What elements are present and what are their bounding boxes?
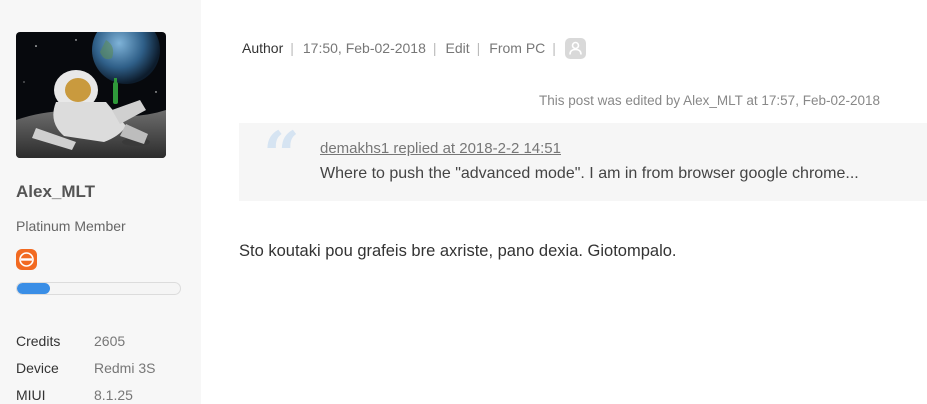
user-icon[interactable] <box>564 37 586 59</box>
quote-reply-link[interactable]: demakhs1 replied at 2018-2-2 14:51 <box>320 140 561 157</box>
stat-row-credits: Credits 2605 <box>16 332 196 359</box>
stat-key: MIUI <box>16 387 46 403</box>
quote-block: “ demakhs1 replied at 2018-2-2 14:51 Whe… <box>239 123 927 201</box>
edit-link[interactable]: Edit <box>446 40 470 56</box>
separator: | <box>432 40 437 56</box>
astronaut-avatar-image <box>16 32 166 158</box>
post-body: Sto koutaki pou grafeis bre axriste, pan… <box>239 242 677 260</box>
stat-row-miui: MIUI 8.1.25 <box>16 386 196 404</box>
quote-mark-icon: “ <box>263 118 300 193</box>
separator: | <box>476 40 481 56</box>
stat-value: 8.1.25 <box>94 387 133 403</box>
stat-value: Redmi 3S <box>94 360 156 376</box>
separator: | <box>290 40 294 56</box>
rank-badge-icon <box>16 249 37 270</box>
stat-key: Credits <box>16 333 61 349</box>
avatar[interactable] <box>16 32 166 158</box>
user-sidebar: Alex_MLT Platinum Member Credits 2605 De… <box>0 0 201 404</box>
username[interactable]: Alex_MLT <box>16 182 95 202</box>
level-progress-bar <box>16 282 181 295</box>
stat-row-device: Device Redmi 3S <box>16 359 196 386</box>
separator: | <box>552 40 556 56</box>
stat-key: Device <box>16 360 59 376</box>
post-meta: Author | 17:50, Feb-02-2018 | Edit | Fro… <box>242 37 586 59</box>
edited-note: This post was edited by Alex_MLT at 17:5… <box>539 93 880 108</box>
author-label: Author <box>242 40 284 56</box>
member-rank: Platinum Member <box>16 218 126 234</box>
post-timestamp: 17:50, Feb-02-2018 <box>302 40 426 56</box>
post-source: From PC <box>489 40 546 56</box>
level-progress-fill <box>17 283 50 294</box>
quote-text: Where to push the "advanced mode". I am … <box>320 165 859 182</box>
stat-value: 2605 <box>94 333 126 349</box>
user-stats: Credits 2605 Device Redmi 3S MIUI 8.1.25 <box>16 332 196 404</box>
